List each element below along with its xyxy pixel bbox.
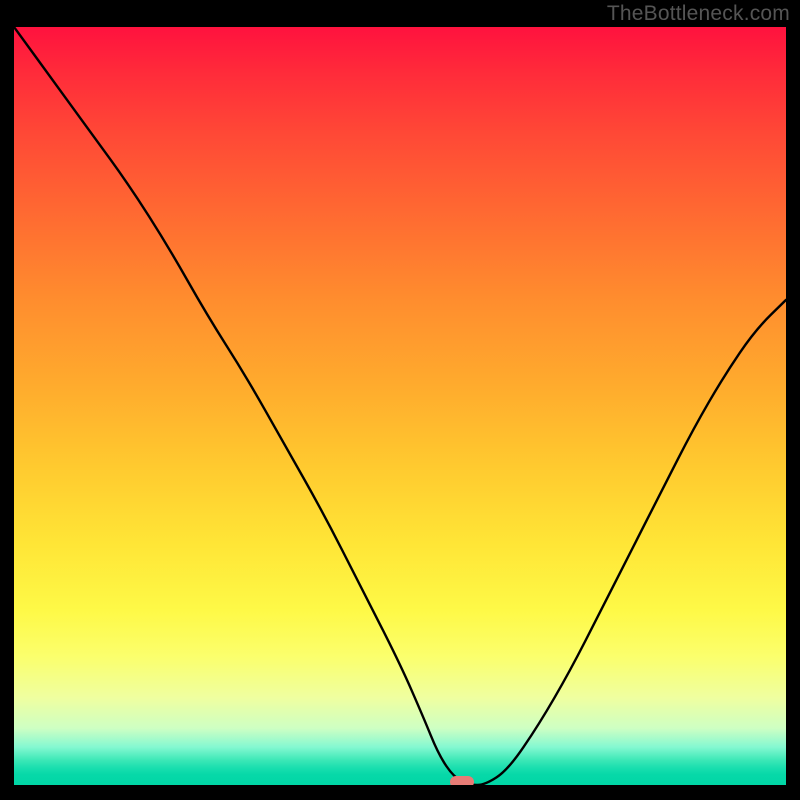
plot-area: [14, 27, 786, 785]
curve-path: [14, 27, 786, 785]
minimum-marker: [450, 776, 474, 785]
chart-frame: TheBottleneck.com: [0, 0, 800, 800]
watermark-text: TheBottleneck.com: [607, 2, 790, 26]
bottleneck-curve: [14, 27, 786, 785]
